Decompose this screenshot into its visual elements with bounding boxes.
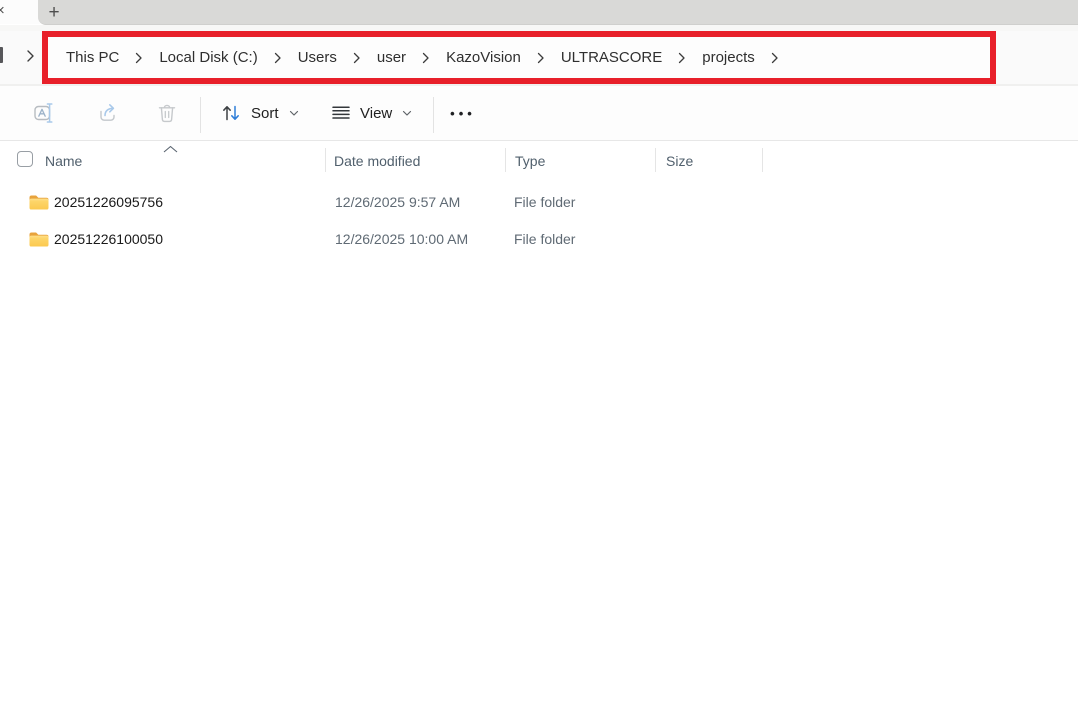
address-bar[interactable]: This PC Local Disk (C:) Users user KazoV…: [42, 31, 996, 84]
view-icon: [330, 102, 352, 124]
title-bar: × +: [0, 0, 1078, 24]
new-tab-button[interactable]: +: [44, 0, 64, 24]
toolbar-divider: [433, 97, 434, 133]
file-row[interactable]: 20251226100050 12/26/2025 10:00 AM File …: [0, 225, 860, 253]
select-all-checkbox[interactable]: [17, 151, 33, 167]
view-button[interactable]: View: [324, 97, 424, 129]
file-type: File folder: [514, 188, 575, 216]
column-header-size[interactable]: Size: [666, 145, 693, 176]
column-resize-handle[interactable]: [325, 148, 326, 172]
see-more-button[interactable]: •••: [443, 99, 483, 127]
breadcrumb-root-chevron-icon[interactable]: [26, 49, 35, 68]
folder-icon: [29, 194, 49, 215]
column-header-date-modified[interactable]: Date modified: [334, 145, 420, 176]
tab-strip: [38, 0, 1078, 25]
breadcrumb-item-ultrascore[interactable]: ULTRASCORE: [552, 45, 671, 70]
breadcrumb-item-local-disk[interactable]: Local Disk (C:): [150, 45, 266, 70]
breadcrumb-item-this-pc[interactable]: This PC: [57, 45, 128, 70]
toolbar-divider-line: [0, 140, 1078, 141]
column-header-name[interactable]: Name: [45, 145, 82, 176]
column-header-row: Name Date modified Type Size: [0, 145, 1078, 176]
breadcrumb-separator-icon[interactable]: [415, 52, 437, 64]
file-name: 20251226100050: [54, 225, 163, 253]
breadcrumb-separator-icon[interactable]: [267, 52, 289, 64]
file-explorer-window: × + This PC Local Disk (C:) Users user K…: [0, 0, 1078, 701]
view-label: View: [360, 105, 392, 122]
close-icon[interactable]: ×: [0, 3, 5, 18]
share-icon: [96, 102, 119, 124]
file-date-modified: 12/26/2025 10:00 AM: [335, 225, 468, 253]
file-row[interactable]: 20251226095756 12/26/2025 9:57 AM File f…: [0, 188, 860, 216]
more-options-icon: •••: [450, 106, 476, 121]
address-bar-row: This PC Local Disk (C:) Users user KazoV…: [0, 31, 1078, 84]
breadcrumb-item-kazovision[interactable]: KazoVision: [437, 45, 530, 70]
file-name: 20251226095756: [54, 188, 163, 216]
breadcrumb-separator-icon[interactable]: [671, 52, 693, 64]
column-resize-handle[interactable]: [655, 148, 656, 172]
sort-label: Sort: [251, 105, 279, 122]
breadcrumb-item-projects[interactable]: projects: [693, 45, 764, 70]
sort-button[interactable]: Sort: [214, 97, 310, 129]
sort-ascending-icon: [163, 140, 178, 158]
rename-button[interactable]: [30, 99, 60, 127]
trash-icon: [156, 102, 178, 124]
chevron-down-icon: [402, 110, 412, 117]
share-button[interactable]: [92, 99, 122, 127]
rename-icon: [33, 102, 57, 124]
column-header-size-label: Size: [666, 153, 693, 169]
breadcrumb-item-user[interactable]: user: [368, 45, 415, 70]
toolbar-divider: [200, 97, 201, 133]
column-resize-handle[interactable]: [505, 148, 506, 172]
file-date-modified: 12/26/2025 9:57 AM: [335, 188, 460, 216]
command-toolbar: Sort View •••: [0, 86, 1078, 141]
breadcrumb-separator-icon[interactable]: [128, 52, 150, 64]
breadcrumb-item-users[interactable]: Users: [289, 45, 346, 70]
sort-icon: [220, 102, 243, 124]
column-header-type[interactable]: Type: [515, 145, 545, 176]
column-header-name-label: Name: [45, 153, 82, 169]
nav-partial-icon: [0, 47, 3, 63]
delete-button[interactable]: [152, 99, 182, 127]
file-type: File folder: [514, 225, 575, 253]
breadcrumb-separator-icon[interactable]: [764, 52, 786, 64]
breadcrumb-separator-icon[interactable]: [346, 52, 368, 64]
chevron-down-icon: [289, 110, 299, 117]
column-resize-handle[interactable]: [762, 148, 763, 172]
breadcrumb-separator-icon[interactable]: [530, 52, 552, 64]
column-header-type-label: Type: [515, 153, 545, 169]
column-header-date-label: Date modified: [334, 153, 420, 169]
folder-icon: [29, 231, 49, 252]
